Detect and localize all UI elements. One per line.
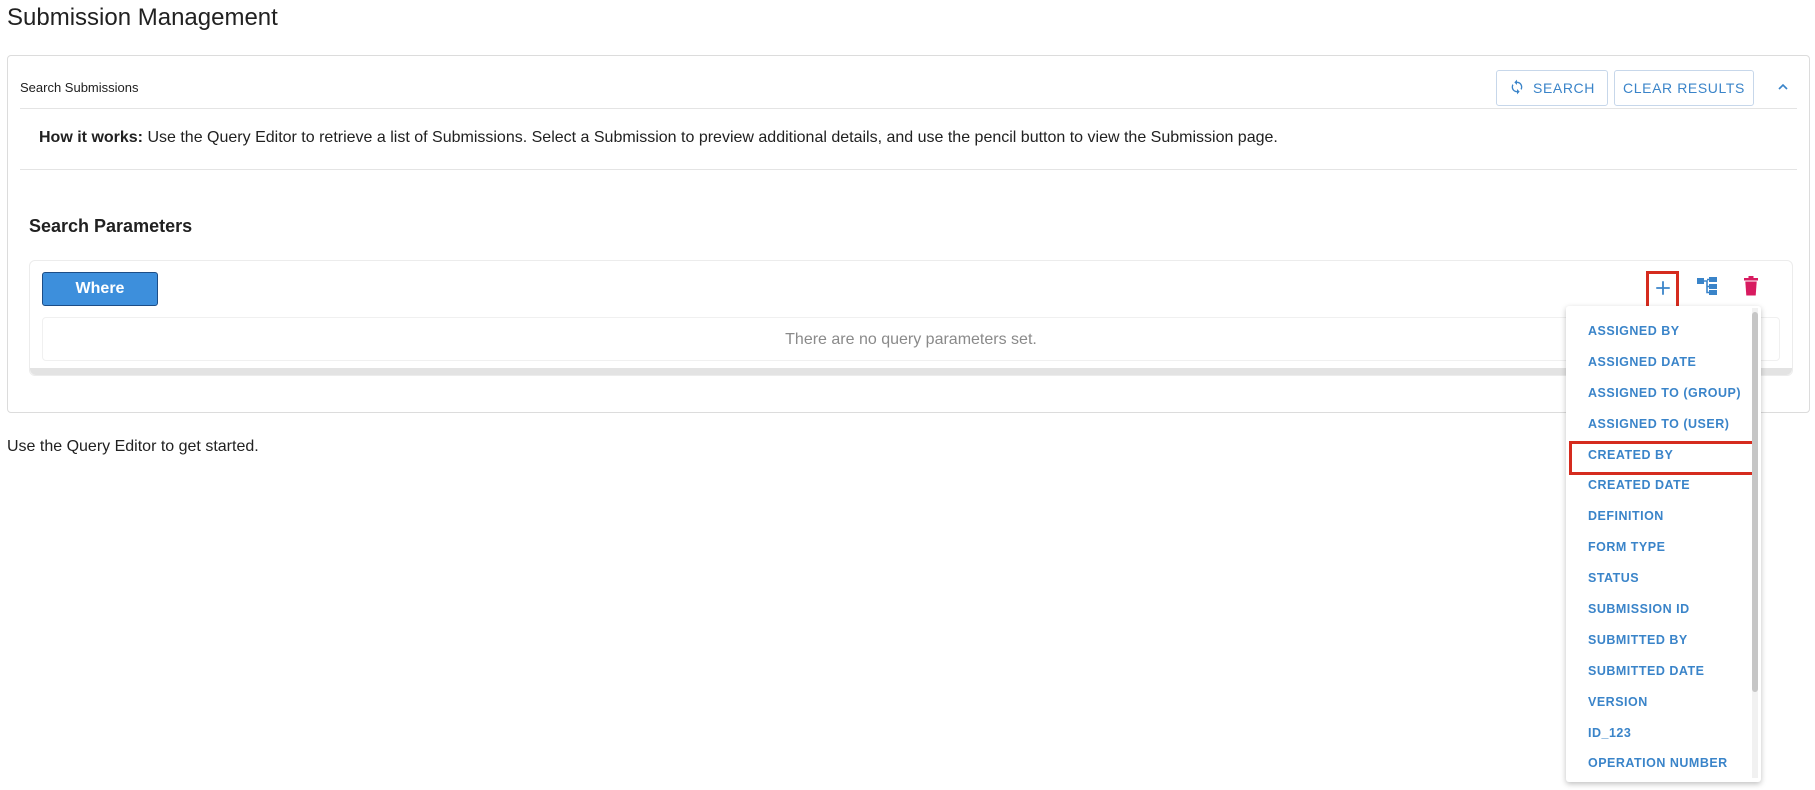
search-parameters-title: Search Parameters: [29, 216, 193, 236]
menu-item-assigned-date[interactable]: ASSIGNED DATE: [1566, 347, 1751, 378]
how-it-works-label: How it works:: [39, 129, 144, 146]
search-button[interactable]: SEARCH: [1496, 70, 1608, 106]
get-started-text: Use the Query Editor to get started.: [7, 438, 259, 455]
divider: [20, 169, 1797, 170]
clear-results-label: CLEAR RESULTS: [1623, 80, 1745, 96]
menu-item-definition[interactable]: DEFINITION: [1566, 501, 1751, 532]
parameter-dropdown-menu: ASSIGNED BY ASSIGNED DATE ASSIGNED TO (G…: [1566, 306, 1761, 782]
add-parameter-button[interactable]: [1646, 271, 1679, 309]
menu-item-assigned-to-group[interactable]: ASSIGNED TO (GROUP): [1566, 378, 1751, 409]
refresh-icon: [1509, 79, 1525, 98]
divider: [20, 108, 1797, 109]
how-it-works-body: Use the Query Editor to retrieve a list …: [143, 129, 1278, 146]
plus-icon: [1654, 279, 1672, 302]
menu-item-created-by[interactable]: CREATED BY: [1566, 440, 1757, 475]
search-button-label: SEARCH: [1533, 80, 1595, 96]
menu-item-version[interactable]: VERSION: [1566, 687, 1751, 718]
empty-query-message: There are no query parameters set.: [785, 331, 1037, 348]
menu-item-submitted-by[interactable]: SUBMITTED BY: [1566, 625, 1751, 656]
menu-item-assigned-by[interactable]: ASSIGNED BY: [1566, 316, 1751, 347]
panel-title: Search Submissions: [20, 80, 139, 95]
menu-item-submitted-date[interactable]: SUBMITTED DATE: [1566, 656, 1751, 687]
search-submissions-panel: Search Submissions SEARCH CLEAR RESULTS …: [7, 55, 1810, 413]
parameter-options-list: ASSIGNED BY ASSIGNED DATE ASSIGNED TO (G…: [1566, 316, 1757, 779]
chevron-up-icon: [1775, 79, 1791, 100]
tree-icon: [1696, 276, 1718, 301]
delete-button[interactable]: [1736, 271, 1766, 305]
menu-item-form-type[interactable]: FORM TYPE: [1566, 532, 1751, 563]
menu-item-id-123[interactable]: ID_123: [1566, 718, 1751, 749]
add-group-button[interactable]: [1692, 271, 1722, 305]
panel-header: Search Submissions SEARCH CLEAR RESULTS: [8, 56, 1809, 108]
how-it-works-text: How it works: Use the Query Editor to re…: [39, 129, 1278, 147]
menu-item-submission-id[interactable]: SUBMISSION ID: [1566, 594, 1751, 625]
where-button[interactable]: Where: [42, 272, 158, 306]
menu-item-operation-number[interactable]: OPERATION NUMBER: [1566, 748, 1751, 779]
page-title: Submission Management: [7, 4, 278, 31]
menu-item-status[interactable]: STATUS: [1566, 563, 1751, 594]
menu-item-assigned-to-user[interactable]: ASSIGNED TO (USER): [1566, 409, 1751, 440]
trash-icon: [1743, 275, 1759, 301]
query-editor-scrollbar[interactable]: [30, 368, 1792, 375]
clear-results-button[interactable]: CLEAR RESULTS: [1614, 70, 1754, 106]
query-editor: Where There are no query parameters set.: [29, 260, 1793, 376]
dropdown-scrollbar[interactable]: [1752, 312, 1758, 692]
menu-item-created-date[interactable]: CREATED DATE: [1566, 470, 1751, 501]
collapse-button[interactable]: [1770, 76, 1796, 102]
